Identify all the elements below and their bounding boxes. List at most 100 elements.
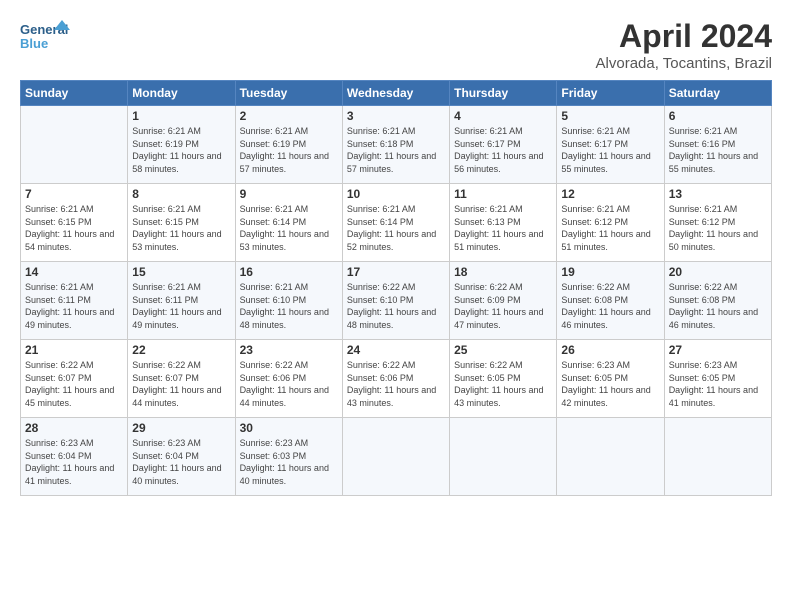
day-number: 16 [240,265,338,279]
calendar-cell: 29 Sunrise: 6:23 AMSunset: 6:04 PMDaylig… [128,418,235,496]
calendar-cell: 22 Sunrise: 6:22 AMSunset: 6:07 PMDaylig… [128,340,235,418]
calendar-cell: 11 Sunrise: 6:21 AMSunset: 6:13 PMDaylig… [450,184,557,262]
day-info: Sunrise: 6:21 AMSunset: 6:17 PMDaylight:… [561,126,650,174]
day-info: Sunrise: 6:23 AMSunset: 6:05 PMDaylight:… [561,360,650,408]
page-title: April 2024 [596,18,772,55]
calendar-cell [664,418,771,496]
day-info: Sunrise: 6:21 AMSunset: 6:12 PMDaylight:… [669,204,758,252]
calendar-cell: 19 Sunrise: 6:22 AMSunset: 6:08 PMDaylig… [557,262,664,340]
calendar-cell: 27 Sunrise: 6:23 AMSunset: 6:05 PMDaylig… [664,340,771,418]
calendar-cell: 1 Sunrise: 6:21 AMSunset: 6:19 PMDayligh… [128,106,235,184]
day-number: 4 [454,109,552,123]
day-number: 7 [25,187,123,201]
calendar-cell: 21 Sunrise: 6:22 AMSunset: 6:07 PMDaylig… [21,340,128,418]
day-info: Sunrise: 6:22 AMSunset: 6:07 PMDaylight:… [132,360,221,408]
calendar-cell [342,418,449,496]
day-number: 21 [25,343,123,357]
day-number: 2 [240,109,338,123]
day-number: 17 [347,265,445,279]
day-number: 5 [561,109,659,123]
logo-svg: General Blue [20,18,70,60]
day-info: Sunrise: 6:22 AMSunset: 6:05 PMDaylight:… [454,360,543,408]
day-info: Sunrise: 6:21 AMSunset: 6:11 PMDaylight:… [25,282,114,330]
day-number: 19 [561,265,659,279]
day-number: 29 [132,421,230,435]
calendar-cell: 3 Sunrise: 6:21 AMSunset: 6:18 PMDayligh… [342,106,449,184]
day-number: 25 [454,343,552,357]
day-number: 18 [454,265,552,279]
calendar-cell: 8 Sunrise: 6:21 AMSunset: 6:15 PMDayligh… [128,184,235,262]
calendar-cell: 12 Sunrise: 6:21 AMSunset: 6:12 PMDaylig… [557,184,664,262]
day-number: 20 [669,265,767,279]
calendar-cell [21,106,128,184]
col-header-wednesday: Wednesday [342,81,449,106]
day-info: Sunrise: 6:21 AMSunset: 6:14 PMDaylight:… [240,204,329,252]
day-info: Sunrise: 6:21 AMSunset: 6:14 PMDaylight:… [347,204,436,252]
day-number: 9 [240,187,338,201]
day-info: Sunrise: 6:23 AMSunset: 6:04 PMDaylight:… [25,438,114,486]
calendar-cell: 13 Sunrise: 6:21 AMSunset: 6:12 PMDaylig… [664,184,771,262]
day-number: 24 [347,343,445,357]
calendar-cell: 28 Sunrise: 6:23 AMSunset: 6:04 PMDaylig… [21,418,128,496]
day-info: Sunrise: 6:22 AMSunset: 6:10 PMDaylight:… [347,282,436,330]
calendar-cell: 5 Sunrise: 6:21 AMSunset: 6:17 PMDayligh… [557,106,664,184]
day-info: Sunrise: 6:22 AMSunset: 6:06 PMDaylight:… [240,360,329,408]
day-number: 11 [454,187,552,201]
day-info: Sunrise: 6:21 AMSunset: 6:19 PMDaylight:… [240,126,329,174]
day-info: Sunrise: 6:21 AMSunset: 6:17 PMDaylight:… [454,126,543,174]
col-header-sunday: Sunday [21,81,128,106]
svg-text:Blue: Blue [20,36,48,51]
day-number: 6 [669,109,767,123]
day-number: 27 [669,343,767,357]
calendar-cell: 24 Sunrise: 6:22 AMSunset: 6:06 PMDaylig… [342,340,449,418]
day-number: 28 [25,421,123,435]
calendar-cell: 23 Sunrise: 6:22 AMSunset: 6:06 PMDaylig… [235,340,342,418]
day-info: Sunrise: 6:22 AMSunset: 6:08 PMDaylight:… [561,282,650,330]
calendar-cell: 17 Sunrise: 6:22 AMSunset: 6:10 PMDaylig… [342,262,449,340]
calendar-cell: 4 Sunrise: 6:21 AMSunset: 6:17 PMDayligh… [450,106,557,184]
calendar-cell: 25 Sunrise: 6:22 AMSunset: 6:05 PMDaylig… [450,340,557,418]
day-number: 1 [132,109,230,123]
day-number: 8 [132,187,230,201]
day-info: Sunrise: 6:21 AMSunset: 6:15 PMDaylight:… [25,204,114,252]
day-number: 13 [669,187,767,201]
day-number: 3 [347,109,445,123]
day-number: 23 [240,343,338,357]
day-info: Sunrise: 6:22 AMSunset: 6:07 PMDaylight:… [25,360,114,408]
calendar-cell: 9 Sunrise: 6:21 AMSunset: 6:14 PMDayligh… [235,184,342,262]
calendar-cell: 14 Sunrise: 6:21 AMSunset: 6:11 PMDaylig… [21,262,128,340]
day-number: 30 [240,421,338,435]
day-info: Sunrise: 6:21 AMSunset: 6:16 PMDaylight:… [669,126,758,174]
calendar-cell: 20 Sunrise: 6:22 AMSunset: 6:08 PMDaylig… [664,262,771,340]
calendar-cell: 6 Sunrise: 6:21 AMSunset: 6:16 PMDayligh… [664,106,771,184]
day-number: 15 [132,265,230,279]
location-subtitle: Alvorada, Tocantins, Brazil [596,55,772,72]
day-number: 14 [25,265,123,279]
calendar-cell: 16 Sunrise: 6:21 AMSunset: 6:10 PMDaylig… [235,262,342,340]
calendar-cell: 7 Sunrise: 6:21 AMSunset: 6:15 PMDayligh… [21,184,128,262]
day-info: Sunrise: 6:23 AMSunset: 6:05 PMDaylight:… [669,360,758,408]
day-number: 22 [132,343,230,357]
calendar-cell: 30 Sunrise: 6:23 AMSunset: 6:03 PMDaylig… [235,418,342,496]
day-info: Sunrise: 6:21 AMSunset: 6:10 PMDaylight:… [240,282,329,330]
day-info: Sunrise: 6:22 AMSunset: 6:08 PMDaylight:… [669,282,758,330]
day-number: 26 [561,343,659,357]
calendar-cell [450,418,557,496]
day-info: Sunrise: 6:22 AMSunset: 6:09 PMDaylight:… [454,282,543,330]
col-header-saturday: Saturday [664,81,771,106]
day-info: Sunrise: 6:23 AMSunset: 6:04 PMDaylight:… [132,438,221,486]
day-info: Sunrise: 6:21 AMSunset: 6:11 PMDaylight:… [132,282,221,330]
calendar-cell: 26 Sunrise: 6:23 AMSunset: 6:05 PMDaylig… [557,340,664,418]
col-header-thursday: Thursday [450,81,557,106]
day-info: Sunrise: 6:21 AMSunset: 6:13 PMDaylight:… [454,204,543,252]
day-info: Sunrise: 6:21 AMSunset: 6:12 PMDaylight:… [561,204,650,252]
day-number: 12 [561,187,659,201]
day-info: Sunrise: 6:21 AMSunset: 6:18 PMDaylight:… [347,126,436,174]
day-info: Sunrise: 6:22 AMSunset: 6:06 PMDaylight:… [347,360,436,408]
calendar-cell: 10 Sunrise: 6:21 AMSunset: 6:14 PMDaylig… [342,184,449,262]
day-info: Sunrise: 6:21 AMSunset: 6:15 PMDaylight:… [132,204,221,252]
calendar-cell: 18 Sunrise: 6:22 AMSunset: 6:09 PMDaylig… [450,262,557,340]
calendar-cell: 2 Sunrise: 6:21 AMSunset: 6:19 PMDayligh… [235,106,342,184]
col-header-monday: Monday [128,81,235,106]
calendar-cell: 15 Sunrise: 6:21 AMSunset: 6:11 PMDaylig… [128,262,235,340]
